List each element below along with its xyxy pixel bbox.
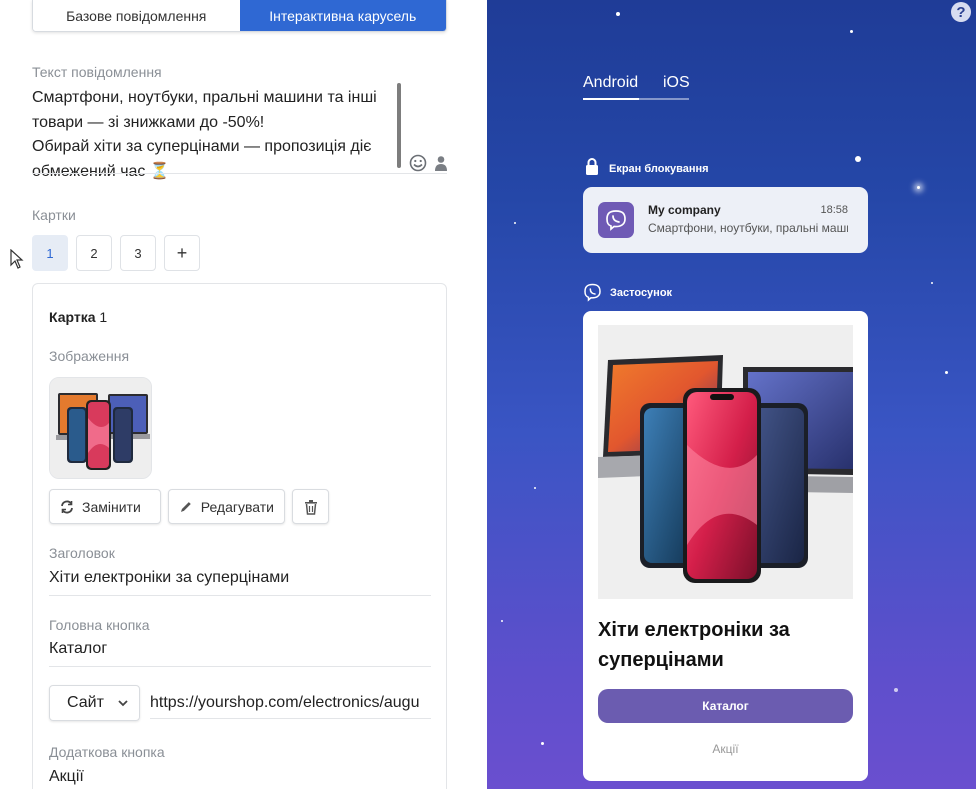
editor-panel: Базове повідомлення Інтерактивна карусел… <box>0 0 487 789</box>
trash-icon <box>304 499 317 515</box>
carousel-card-image <box>598 325 853 599</box>
delete-image-button[interactable] <box>292 489 329 524</box>
cards-label: Картки <box>32 207 76 223</box>
message-line: Смартфони, ноутбуки, пральні машини та і… <box>32 89 377 106</box>
link-url-underline <box>150 718 431 719</box>
app-label: Застосунок <box>610 287 673 299</box>
card-tabs: 1 2 3 + <box>32 235 200 271</box>
star-decoration <box>501 620 503 622</box>
tab-android[interactable]: Android <box>583 74 638 92</box>
star-decoration <box>894 688 898 692</box>
link-url-input[interactable]: https://yourshop.com/electronics/augu <box>150 694 431 712</box>
preview-panel: ? Android iOS Екран блокування My compan… <box>487 0 976 789</box>
refresh-icon <box>61 500 73 513</box>
tab-interactive-carousel[interactable]: Інтерактивна карусель <box>239 0 446 31</box>
message-line: товари — зі знижками до -50%! <box>32 113 265 131</box>
card-tab-3[interactable]: 3 <box>120 235 156 271</box>
viber-app-icon <box>584 283 601 302</box>
edit-label: Редагувати <box>200 498 274 515</box>
message-line: Обирай хіти за суперцінами — пропозиція … <box>32 138 372 155</box>
message-text-label: Текст повідомлення <box>32 64 162 80</box>
lock-message-preview: Смартфони, ноутбуки, пральні машини <box>648 221 848 235</box>
message-line: обмежений час ⏳ <box>32 162 170 180</box>
lock-icon <box>586 158 598 175</box>
extra-button-input[interactable]: Акції <box>49 768 431 786</box>
star-decoration <box>541 742 544 745</box>
viber-icon <box>598 202 634 238</box>
carousel-main-button[interactable]: Каталог <box>598 689 853 723</box>
emoji-icon[interactable] <box>409 154 427 172</box>
main-button-input[interactable]: Каталог <box>49 640 431 658</box>
card-title-number: 1 <box>99 309 108 325</box>
lock-screen-label: Екран блокування <box>609 163 709 175</box>
image-label: Зображення <box>49 348 130 364</box>
chevron-down-icon <box>118 699 128 706</box>
mouse-cursor-icon <box>10 249 24 269</box>
card-tab-2[interactable]: 2 <box>76 235 112 271</box>
personalization-icon[interactable] <box>434 155 448 171</box>
replace-image-button[interactable]: Замінити <box>49 489 161 524</box>
extra-button-label: Додаткова кнопка <box>49 744 165 760</box>
star-decoration <box>945 371 948 374</box>
heading-underline <box>49 595 431 596</box>
link-type-select[interactable]: Сайт <box>49 685 140 721</box>
help-icon[interactable]: ? <box>951 2 971 22</box>
card-title-bold: Картка <box>49 309 96 325</box>
message-text-input[interactable]: Смартфони, ноутбуки, пральні машини та і… <box>32 86 392 184</box>
add-card-button[interactable]: + <box>164 235 200 271</box>
main-button-underline <box>49 666 431 667</box>
message-type-tabs: Базове повідомлення Інтерактивна карусел… <box>32 0 447 32</box>
star-decoration <box>855 156 861 162</box>
star-decoration <box>514 222 516 224</box>
link-type-value: Сайт <box>67 694 104 711</box>
star-decoration <box>931 282 933 284</box>
pencil-icon <box>180 501 191 512</box>
carousel-secondary-button[interactable]: Акції <box>598 742 853 756</box>
card-editor: Картка 1 Зображення Замінити Редагувати … <box>32 283 447 789</box>
lock-company-name: My company <box>648 203 721 217</box>
lock-time: 18:58 <box>820 204 848 216</box>
heading-input[interactable]: Хіти електроніки за суперцінами <box>49 569 431 587</box>
carousel-card-preview: Хіти електроніки за суперцінами Каталог … <box>583 311 868 781</box>
star-decoration <box>534 487 536 489</box>
edit-image-button[interactable]: Редагувати <box>168 489 285 524</box>
heading-label: Заголовок <box>49 545 115 561</box>
star-decoration <box>850 30 853 33</box>
message-underline <box>32 173 447 174</box>
tab-basic-message[interactable]: Базове повідомлення <box>33 0 240 31</box>
os-tab-active-indicator <box>583 98 639 100</box>
carousel-card-title: Хіти електроніки за суперцінами <box>598 619 790 671</box>
star-decoration <box>917 186 920 189</box>
main-button-label: Головна кнопка <box>49 617 150 633</box>
card-image-thumbnail[interactable] <box>49 377 152 479</box>
card-tab-1[interactable]: 1 <box>32 235 68 271</box>
card-title: Картка 1 <box>49 309 107 325</box>
tab-ios[interactable]: iOS <box>663 74 690 92</box>
star-decoration <box>616 12 620 16</box>
replace-label: Замінити <box>82 498 141 515</box>
message-scrollbar[interactable] <box>397 83 401 168</box>
lock-screen-notification: My company 18:58 Смартфони, ноутбуки, пр… <box>583 187 868 253</box>
